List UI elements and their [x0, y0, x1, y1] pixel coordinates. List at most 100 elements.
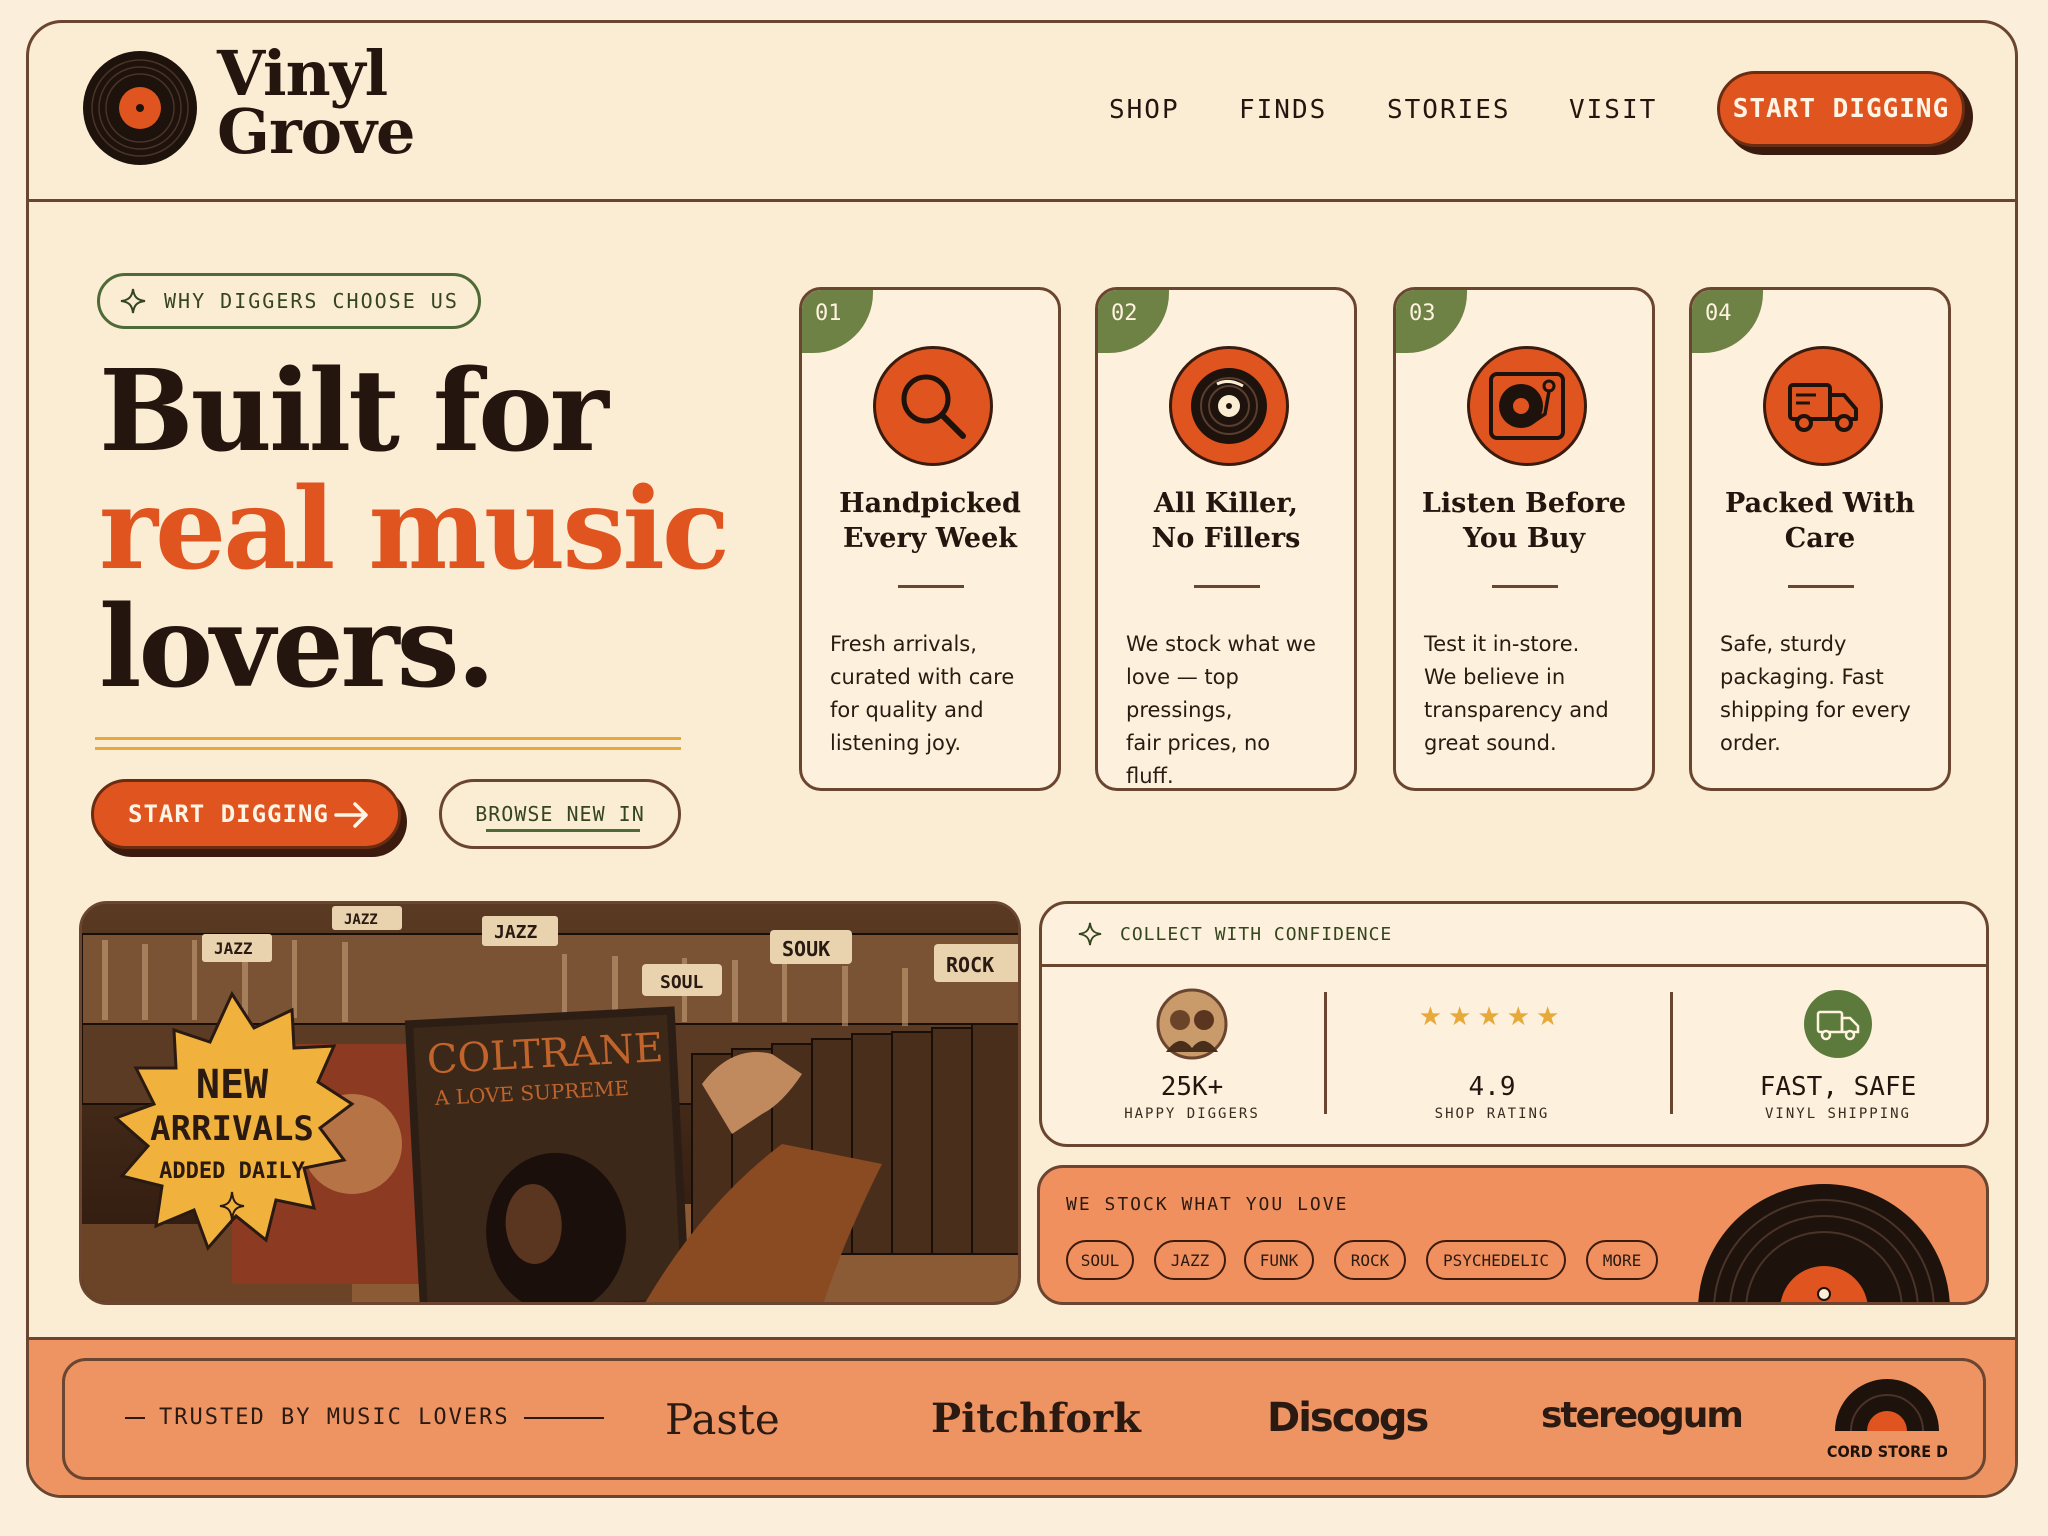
headline-rule	[95, 737, 681, 740]
confidence-header: COLLECT WITH CONFIDENCE	[1042, 904, 1986, 967]
headline-accent: real music	[99, 464, 730, 595]
genre-chip-more[interactable]: MORE	[1586, 1240, 1658, 1280]
vinyl-record-icon	[1698, 1184, 1950, 1302]
nav-shop[interactable]: SHOP	[1109, 95, 1180, 125]
star-icon: ★	[1477, 1002, 1507, 1032]
feature-title: Handpicked Every Week	[802, 486, 1058, 556]
feature-number: 04	[1692, 290, 1763, 353]
bin-label: JAZZ	[494, 922, 538, 943]
nav-visit[interactable]: VISIT	[1569, 95, 1657, 125]
feature-title: All Killer, No Fillers	[1098, 486, 1354, 556]
genre-chip-funk[interactable]: FUNK	[1244, 1240, 1314, 1280]
stat-label: SHOP RATING	[1434, 1106, 1550, 1122]
badge-line-2: ARRIVALS	[150, 1109, 314, 1149]
stat-label: VINYL SHIPPING	[1764, 1106, 1911, 1122]
badge-line-1: NEW	[196, 1062, 269, 1108]
genre-chip-jazz[interactable]: JAZZ	[1154, 1240, 1226, 1280]
feature-body-line: transparency and	[1424, 698, 1609, 722]
genres-panel: WE STOCK WHAT YOU LOVE SOUL JAZZ FUNK RO…	[1037, 1165, 1989, 1305]
trusted-label-group: TRUSTED BY MUSIC LOVERS	[125, 1405, 604, 1430]
feature-title-line: Packed With	[1725, 488, 1915, 519]
search-icon	[901, 374, 966, 439]
trusted-by-frame: TRUSTED BY MUSIC LOVERS Paste Pitchfork …	[62, 1358, 1986, 1480]
genre-chip-psychedelic[interactable]: PSYCHEDELIC	[1426, 1240, 1566, 1280]
feature-title-line: Listen Before	[1421, 488, 1627, 519]
brand-line-2: Grove	[217, 95, 415, 168]
feature-body-line: packaging. Fast	[1720, 665, 1884, 689]
feature-card: 01 Handpicked Every Week Fresh arrivals,…	[799, 287, 1061, 791]
feature-number: 02	[1098, 290, 1169, 353]
feature-number: 03	[1396, 290, 1467, 353]
stat-value: 25K+	[1160, 1072, 1224, 1102]
browse-new-in-button[interactable]: BROWSE NEW IN	[439, 779, 681, 849]
stat-shop-rating: ★★★★★ 4.9 SHOP RATING	[1342, 964, 1642, 1144]
genre-chip-rock[interactable]: ROCK	[1334, 1240, 1406, 1280]
feature-divider	[898, 585, 964, 588]
feature-title-line: You Buy	[1462, 523, 1586, 554]
feature-body: Fresh arrivals, curated with care for qu…	[830, 628, 1050, 760]
feature-body: Safe, sturdy packaging. Fast shipping fo…	[1720, 628, 1940, 760]
bin-label: JAZZ	[214, 939, 253, 958]
feature-divider	[1788, 585, 1854, 588]
site-header: Vinyl Grove SHOP FINDS STORIES VISIT STA…	[29, 23, 2015, 202]
stat-shipping: FAST, SAFE VINYL SHIPPING	[1688, 964, 1986, 1144]
divider	[125, 1416, 145, 1419]
collect-with-confidence-panel: COLLECT WITH CONFIDENCE 25K+ HAPPY DIGGE…	[1039, 901, 1989, 1147]
bin-label: SOUL	[660, 972, 704, 993]
feature-icon-circle	[1467, 346, 1587, 466]
nav-stories[interactable]: STORIES	[1387, 95, 1511, 125]
why-choose-label: WHY DIGGERS CHOOSE US	[164, 289, 459, 313]
feature-title-line: All Killer,	[1154, 488, 1298, 519]
badge-line-3: ADDED DAILY	[159, 1159, 305, 1184]
feature-body-line: Test it in-store.	[1424, 632, 1580, 656]
start-digging-button[interactable]: START DIGGING	[91, 779, 401, 849]
feature-card: 03 Listen Before You Buy Test it in-stor…	[1393, 287, 1655, 791]
genre-chip-soul[interactable]: SOUL	[1066, 1240, 1134, 1280]
feature-body-line: listening joy.	[830, 731, 962, 755]
feature-body: We stock what we love — top pressings, f…	[1126, 628, 1346, 788]
star-icon: ★	[1448, 1002, 1478, 1032]
feature-title-line: Handpicked	[839, 488, 1021, 519]
feature-title-line: Care	[1784, 523, 1856, 554]
bin-label: JAZZ	[344, 912, 378, 928]
delivery-truck-icon	[1804, 990, 1872, 1058]
turntable-icon	[1489, 372, 1565, 440]
feature-icon-circle	[1169, 346, 1289, 466]
feature-title-line: Every Week	[843, 523, 1017, 554]
feature-body-line: We stock what we	[1126, 632, 1316, 656]
headline-line-3: lovers.	[99, 582, 496, 713]
feature-icon-circle	[1763, 346, 1883, 466]
why-choose-pill: WHY DIGGERS CHOOSE US	[97, 273, 481, 329]
sparkle-icon	[1078, 922, 1102, 946]
sparkle-icon	[120, 288, 146, 314]
feature-icon-circle	[873, 346, 993, 466]
feature-body-line: for quality and	[830, 698, 984, 722]
brand-wordmark[interactable]: Vinyl Grove	[217, 43, 415, 168]
brand-logo-paste: Paste	[665, 1395, 780, 1444]
star-icon: ★	[1506, 1002, 1536, 1032]
record-store-day-text: RECORD STORE DAY	[1827, 1442, 1947, 1461]
brand-logo-discogs: Discogs	[1267, 1395, 1429, 1441]
brand-logo-pitchfork: Pitchfork	[931, 1395, 1141, 1442]
feature-body-line: We believe in	[1424, 665, 1566, 689]
vinyl-record-icon	[1191, 368, 1267, 444]
feature-card: 04 Packed With Care Safe, sturdy packagi…	[1689, 287, 1951, 791]
delivery-truck-icon	[1788, 383, 1858, 432]
feature-title-line: No Fillers	[1151, 523, 1301, 554]
stat-happy-diggers: 25K+ HAPPY DIGGERS	[1042, 964, 1342, 1144]
nav-finds[interactable]: FINDS	[1239, 95, 1327, 125]
browse-new-in-label: BROWSE NEW IN	[475, 802, 645, 826]
feature-body-line: fluff.	[1126, 764, 1174, 788]
start-digging-header-button[interactable]: START DIGGING	[1717, 71, 1965, 147]
feature-body-line: order.	[1720, 731, 1781, 755]
bin-label: SOUK	[782, 937, 830, 961]
headline-rule-2	[95, 747, 681, 750]
star-icon: ★	[1535, 1002, 1566, 1032]
brand-logo-stereogum: stereogum	[1541, 1395, 1744, 1436]
bin-label: ROCK	[946, 953, 994, 977]
feature-number: 01	[802, 290, 873, 353]
stat-value: FAST, SAFE	[1759, 1072, 1917, 1102]
feature-divider	[1194, 585, 1260, 588]
vinyl-logo-icon[interactable]	[81, 49, 199, 167]
feature-body-line: fair prices, no	[1126, 731, 1271, 755]
